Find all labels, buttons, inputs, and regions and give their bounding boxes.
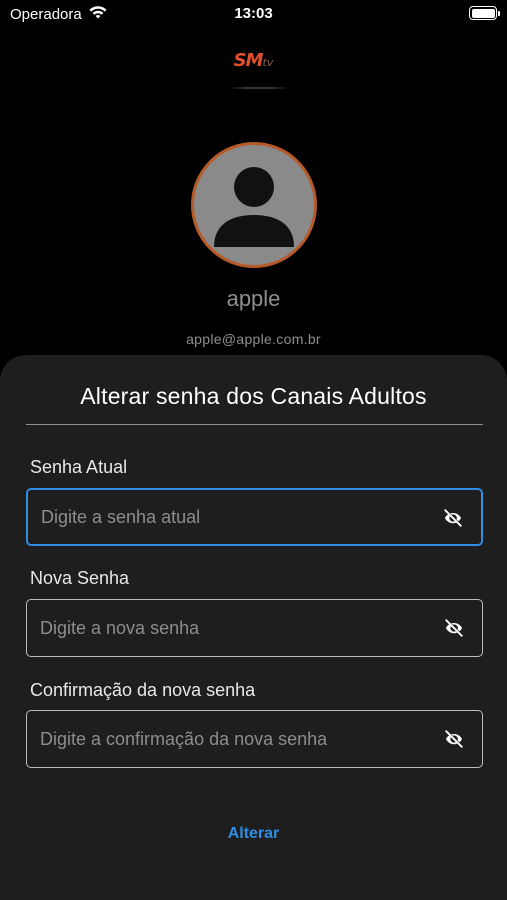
sheet-title: Alterar senha dos Canais Adultos	[80, 383, 427, 409]
person-icon	[214, 167, 294, 247]
battery-icon	[469, 6, 500, 20]
confirm-password-field[interactable]	[26, 710, 483, 768]
logo-divider	[228, 87, 290, 89]
change-password-sheet: Alterar senha dos Canais Adultos Senha A…	[0, 355, 507, 900]
new-password-input[interactable]	[40, 600, 420, 656]
new-password-label: Nova Senha	[30, 568, 130, 588]
confirm-password-label: Confirmação da nova senha	[30, 680, 256, 700]
eye-slash-icon[interactable]	[443, 728, 465, 750]
clock: 13:03	[234, 5, 273, 22]
eye-slash-icon[interactable]	[443, 617, 465, 639]
current-password-label: Senha Atual	[30, 457, 128, 477]
profile-username: apple	[226, 286, 281, 311]
logo-suffix: tv	[262, 56, 274, 69]
eye-slash-icon[interactable]	[442, 507, 464, 529]
confirm-password-input[interactable]	[40, 711, 420, 767]
app-logo: SMtv	[0, 50, 507, 74]
current-password-field[interactable]	[26, 488, 483, 546]
current-password-input[interactable]	[41, 490, 421, 544]
avatar[interactable]	[191, 142, 317, 268]
change-password-button[interactable]: Alterar	[0, 825, 507, 843]
title-divider	[26, 424, 483, 425]
logo-brand: SM	[233, 50, 264, 71]
new-password-field[interactable]	[26, 599, 483, 657]
profile-email: apple@apple.com.br	[186, 331, 321, 347]
status-bar: Operadora 13:03	[0, 0, 507, 30]
